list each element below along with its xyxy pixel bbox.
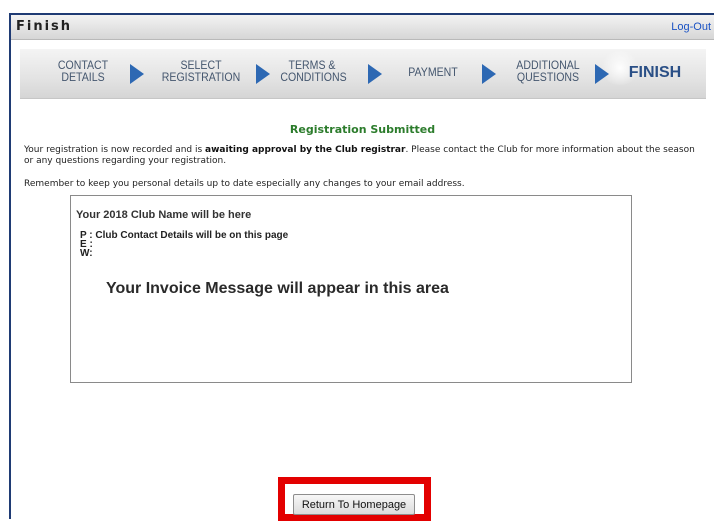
club-name: Your 2018 Club Name will be here — [76, 209, 252, 221]
return-to-homepage-button[interactable]: Return To Homepage — [293, 494, 415, 515]
step-arrow-icon — [368, 64, 382, 84]
window-title: Finish — [16, 19, 73, 34]
reminder-text: Remember to keep you personal details up… — [24, 179, 465, 189]
step-arrow-icon — [482, 64, 496, 84]
club-web-line: W: — [80, 248, 93, 259]
invoice-panel: Your 2018 Club Name will be here P : Clu… — [70, 195, 632, 383]
step-label-line1: PAYMENT — [408, 65, 458, 79]
step-label-line1: FINISH — [628, 64, 682, 81]
registration-status-text: Your registration is now recorded and is… — [24, 145, 695, 166]
page-heading: Registration Submitted — [289, 123, 436, 136]
logout-link[interactable]: Log-Out — [671, 21, 711, 33]
club-phone-line: P : Club Contact Details will be on this… — [80, 230, 289, 241]
step-additional-questions: ADDITIONAL QUESTIONS — [511, 59, 585, 83]
step-label-line2: DETAILS — [61, 70, 105, 84]
step-arrow-icon — [595, 64, 609, 84]
finish-window: Finish Log-Out CONTACT DETAILS SELECT RE… — [9, 13, 714, 519]
step-label-line2: REGISTRATION — [161, 70, 241, 84]
step-arrow-icon — [130, 64, 144, 84]
step-terms-conditions: TERMS & CONDITIONS — [280, 59, 347, 84]
step-finish: FINISH — [620, 64, 690, 81]
step-payment: PAYMENT — [398, 66, 468, 78]
step-label-line2: CONDITIONS — [280, 70, 347, 84]
step-label-line2: QUESTIONS — [516, 70, 580, 84]
step-contact-details: CONTACT DETAILS — [52, 59, 114, 83]
awaiting-approval-text: awaiting approval by the Club registrar — [205, 145, 406, 155]
window-title-bar: Finish Log-Out — [11, 15, 714, 40]
invoice-message: Your Invoice Message will appear in this… — [106, 280, 449, 297]
step-arrow-icon — [256, 64, 270, 84]
progress-steps-bar: CONTACT DETAILS SELECT REGISTRATION TERM… — [20, 49, 706, 99]
step-select-registration: SELECT REGISTRATION — [161, 59, 240, 83]
